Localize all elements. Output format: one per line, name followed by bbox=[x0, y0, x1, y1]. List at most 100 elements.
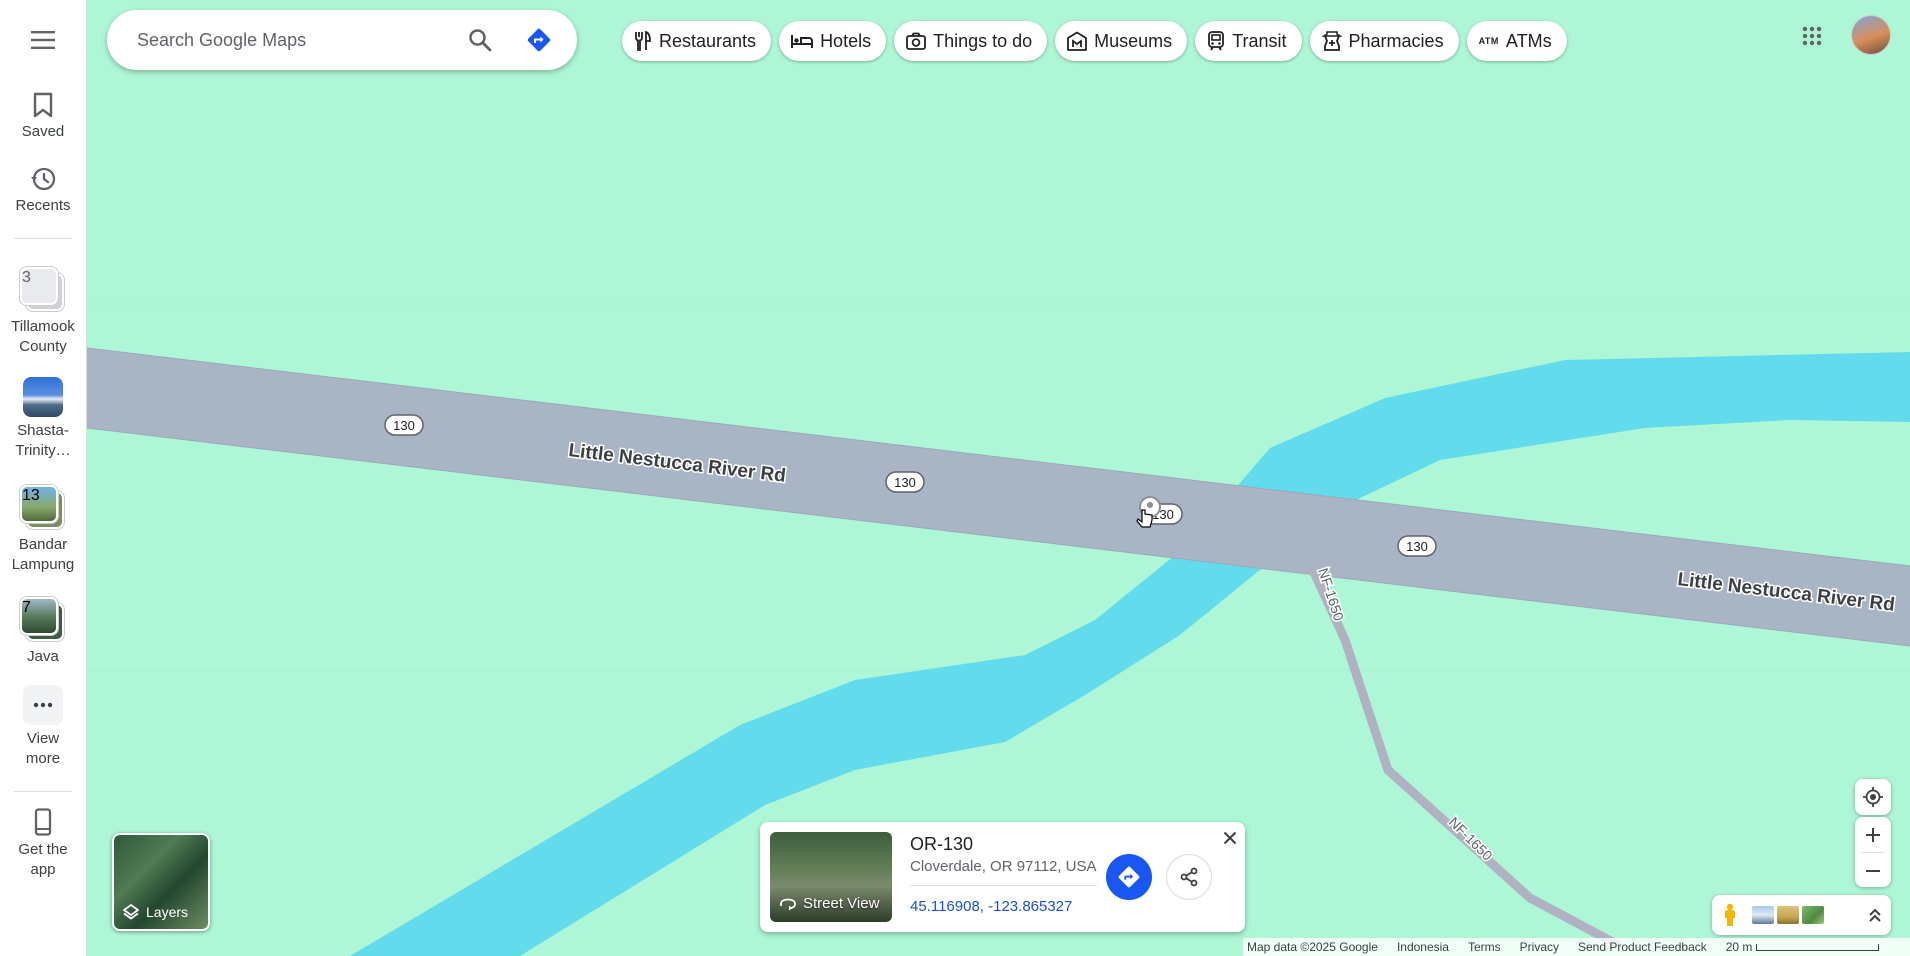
share-icon bbox=[1180, 867, 1198, 887]
card-close-button[interactable] bbox=[1218, 826, 1242, 850]
history-icon bbox=[31, 167, 56, 191]
place-info-card: Street View OR-130 Cloverdale, OR 97112,… bbox=[760, 822, 1245, 932]
pharmacy-icon bbox=[1321, 31, 1342, 51]
send-feedback-link[interactable]: Send Product Feedback bbox=[1578, 940, 1707, 954]
saved-label: Saved bbox=[21, 123, 65, 140]
imagery-thumb-photo bbox=[1752, 906, 1774, 924]
phone-icon bbox=[34, 808, 52, 836]
imagery-thumb-satellite bbox=[1802, 906, 1824, 924]
recent-place-bandar-lampung[interactable]: 13 Bandar Lampung bbox=[0, 485, 87, 575]
svg-text:130: 130 bbox=[1406, 539, 1428, 554]
region-link[interactable]: Indonesia bbox=[1397, 940, 1449, 954]
layers-icon bbox=[123, 904, 139, 920]
rail-divider bbox=[14, 791, 72, 792]
expand-button[interactable] bbox=[1859, 895, 1891, 935]
chip-label: Things to do bbox=[933, 30, 1033, 51]
get-app-label: Get the app bbox=[18, 841, 68, 878]
category-chips: Restaurants Hotels Things to do Museums … bbox=[622, 21, 1567, 61]
zoom-out-button[interactable] bbox=[1855, 853, 1891, 888]
my-location-icon bbox=[1863, 787, 1883, 807]
card-share-button[interactable] bbox=[1166, 854, 1212, 900]
zoom-in-button[interactable] bbox=[1855, 817, 1891, 852]
chip-label: Transit bbox=[1232, 30, 1287, 51]
place-title: OR-130 bbox=[910, 834, 974, 854]
chip-atms[interactable]: ATM ATMs bbox=[1466, 21, 1567, 61]
chip-label: Hotels bbox=[820, 30, 872, 51]
place-thumbnail: 3 bbox=[20, 267, 66, 313]
map-footer: Map data ©2025 Google Indonesia Terms Pr… bbox=[1243, 938, 1910, 956]
recent-place-label: Tillamook County bbox=[11, 318, 75, 355]
plus-icon bbox=[1866, 827, 1880, 842]
maps-app: Little Nestucca River Rd Little Nestucca… bbox=[0, 0, 1910, 956]
view-more-button[interactable]: View more bbox=[0, 685, 87, 769]
recent-place-label: Shasta-Trinity… bbox=[15, 422, 71, 459]
minus-icon bbox=[1866, 869, 1880, 872]
pegman-icon bbox=[1725, 903, 1735, 926]
forest-road-line bbox=[1308, 568, 1623, 950]
recent-place-label: Java bbox=[27, 648, 59, 665]
map-data-attribution: Map data ©2025 Google bbox=[1247, 940, 1378, 954]
pegman-button[interactable] bbox=[1712, 895, 1748, 935]
recent-place-tillamook[interactable]: 3 Tillamook County bbox=[0, 267, 87, 357]
my-location-button[interactable] bbox=[1855, 779, 1891, 815]
route-shield: 130 bbox=[384, 414, 424, 436]
street-view-thumbnail[interactable]: Street View bbox=[770, 832, 892, 922]
privacy-link[interactable]: Privacy bbox=[1520, 940, 1559, 954]
view-more-label: View more bbox=[25, 730, 61, 767]
layers-button[interactable]: Layers bbox=[112, 833, 210, 931]
directions-button[interactable] bbox=[521, 22, 557, 58]
train-icon bbox=[1208, 31, 1225, 51]
map-canvas[interactable]: Little Nestucca River Rd Little Nestucca… bbox=[0, 0, 1910, 956]
scale-bar[interactable]: 20 m bbox=[1726, 940, 1880, 954]
bookmark-icon bbox=[33, 92, 53, 118]
menu-button[interactable] bbox=[23, 20, 63, 60]
street-view-icon bbox=[780, 898, 796, 910]
chip-hotels[interactable]: Hotels bbox=[779, 21, 887, 61]
recent-place-shasta[interactable]: Shasta-Trinity… bbox=[0, 377, 87, 461]
map-type-bar bbox=[1712, 895, 1891, 935]
route-shield: 130 bbox=[885, 471, 925, 493]
camera-icon bbox=[906, 32, 926, 50]
card-directions-button[interactable] bbox=[1106, 854, 1152, 900]
recents-label: Recents bbox=[15, 197, 71, 214]
fork-knife-icon bbox=[635, 31, 651, 51]
chevron-double-up-icon bbox=[1869, 908, 1881, 922]
chip-pharmacies[interactable]: Pharmacies bbox=[1309, 21, 1459, 61]
search-button[interactable] bbox=[462, 22, 498, 58]
recent-place-java[interactable]: 7 Java bbox=[0, 597, 87, 667]
account-avatar[interactable] bbox=[1851, 15, 1891, 55]
imagery-thumbnails[interactable] bbox=[1752, 906, 1824, 924]
hamburger-menu-icon bbox=[31, 31, 55, 49]
rail-divider bbox=[14, 238, 72, 239]
more-icon bbox=[23, 685, 63, 725]
saved-button[interactable]: Saved bbox=[0, 92, 87, 142]
search-box bbox=[107, 10, 577, 70]
scale-line bbox=[1756, 943, 1880, 951]
apps-grid-icon bbox=[1802, 26, 1822, 46]
directions-icon bbox=[527, 28, 551, 52]
search-icon bbox=[469, 29, 492, 52]
imagery-thumb-terrain bbox=[1777, 906, 1799, 924]
zoom-controls bbox=[1855, 817, 1891, 887]
chip-label: Pharmacies bbox=[1348, 30, 1444, 51]
place-coordinates[interactable]: 45.116908, -123.865327 bbox=[910, 898, 1072, 915]
svg-text:130: 130 bbox=[393, 418, 415, 433]
place-thumbnail: 7 bbox=[20, 597, 66, 643]
street-view-label: Street View bbox=[803, 895, 880, 912]
museum-icon bbox=[1067, 31, 1088, 51]
svg-text:130: 130 bbox=[894, 475, 916, 490]
chip-museums[interactable]: Museums bbox=[1055, 21, 1188, 61]
chip-things-to-do[interactable]: Things to do bbox=[894, 21, 1048, 61]
terms-link[interactable]: Terms bbox=[1468, 940, 1501, 954]
chip-restaurants[interactable]: Restaurants bbox=[622, 21, 772, 61]
get-app-button[interactable]: Get the app bbox=[0, 808, 87, 880]
chip-label: ATMs bbox=[1505, 30, 1552, 51]
atm-icon: ATM bbox=[1478, 36, 1499, 46]
recents-button[interactable]: Recents bbox=[0, 166, 87, 216]
google-apps-button[interactable] bbox=[1792, 16, 1832, 56]
search-input[interactable] bbox=[137, 29, 457, 51]
chip-transit[interactable]: Transit bbox=[1195, 21, 1302, 61]
recent-place-label: Bandar Lampung bbox=[11, 536, 75, 573]
chip-label: Restaurants bbox=[659, 30, 757, 51]
place-address: Cloverdale, OR 97112, USA bbox=[910, 858, 1097, 875]
